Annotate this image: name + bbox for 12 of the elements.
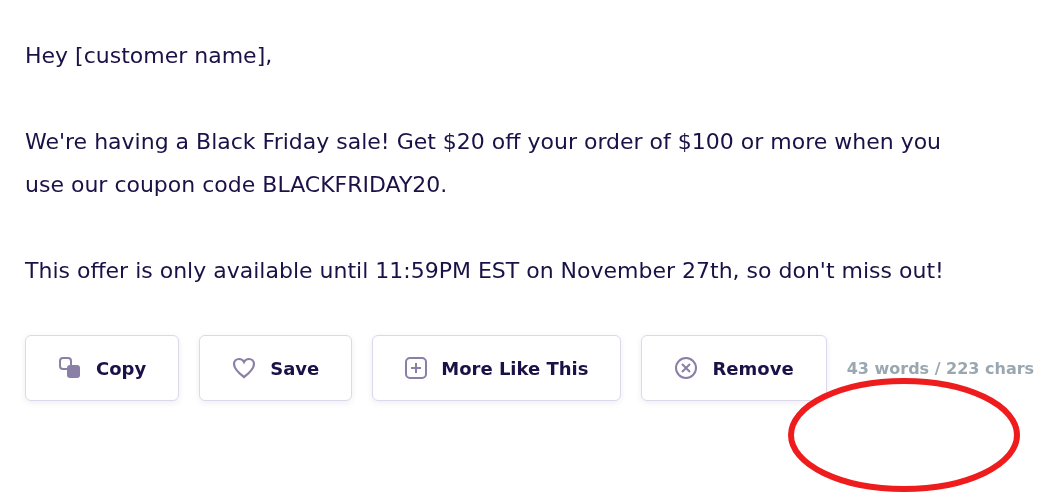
word-count: 43 words / 223 chars xyxy=(846,358,1035,378)
copy-button[interactable]: Copy xyxy=(25,335,180,401)
plus-square-icon xyxy=(405,357,428,379)
copy-icon xyxy=(58,356,82,380)
remove-button[interactable]: Remove xyxy=(641,335,827,401)
close-circle-icon xyxy=(674,356,699,380)
heart-icon xyxy=(232,357,257,379)
message-paragraph: Hey [customer name], xyxy=(25,42,274,70)
message-paragraph: This offer is only available until 11:59PM EST on November 27th, so don't miss out! xyxy=(25,257,945,285)
more-button[interactable]: More Like This xyxy=(372,335,622,401)
save-button[interactable]: Save xyxy=(199,335,353,401)
message-paragraph: We're having a Black Friday sale! Get $20 off your order of $100 or more when you use our coupon code BLACKFRIDAY20. xyxy=(25,128,943,199)
